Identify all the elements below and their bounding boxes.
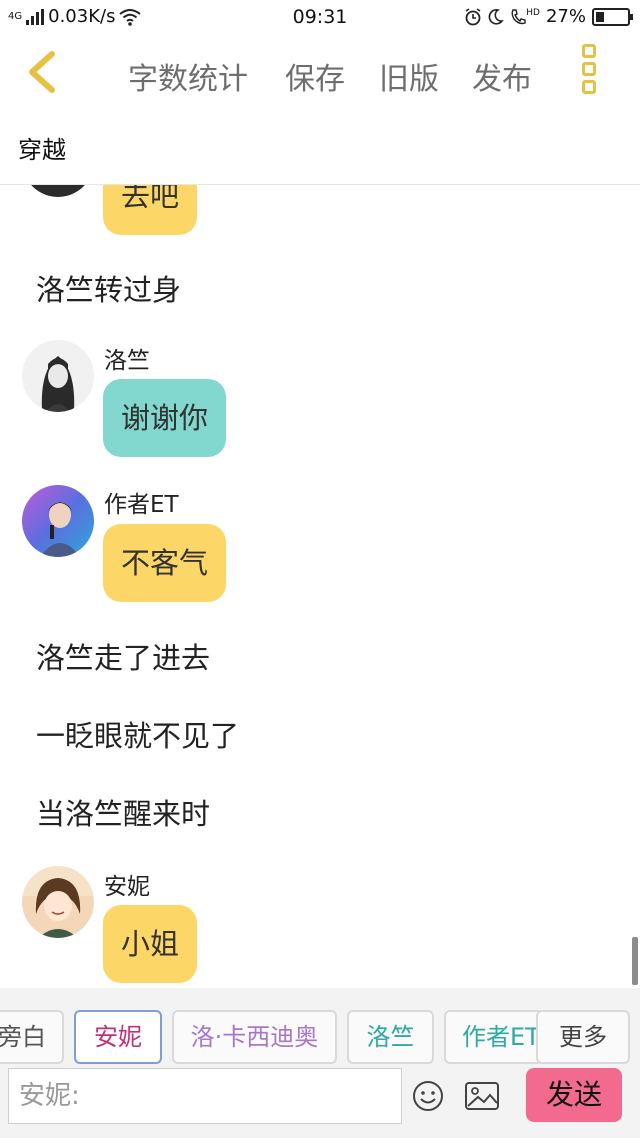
chevron-left-icon	[29, 51, 55, 93]
battery-icon	[592, 7, 633, 26]
role-chip-label: 旁白	[0, 1023, 46, 1051]
status-right: HD 27%	[464, 6, 633, 27]
role-chip-label: 洛·卡西迪奥	[190, 1023, 319, 1051]
editor-toolbar: 字数统计 保存 旧版 发布	[0, 34, 640, 110]
battery-percent: 27%	[545, 6, 586, 27]
back-button[interactable]	[22, 48, 66, 96]
story-content[interactable]: 去吧 洛竺转过身 洛竺 谢谢你 作者ET 不客气 洛竺走了进去 一眨眼就不见了 …	[0, 185, 640, 988]
avatar[interactable]	[22, 866, 94, 938]
narration-line[interactable]: 一眨眼就不见了	[36, 713, 239, 755]
message-bubble[interactable]: 谢谢你	[103, 379, 227, 457]
narration-line[interactable]: 当洛竺醒来时	[36, 791, 210, 833]
role-chip-luozhu[interactable]: 洛竺	[347, 1010, 434, 1064]
role-chip-label: 洛竺	[366, 1023, 415, 1051]
emoji-icon[interactable]	[412, 1080, 444, 1112]
speaker-name: 作者ET	[104, 492, 179, 518]
hd-call-icon	[511, 8, 526, 24]
role-chip-author-et[interactable]: 作者ET	[444, 1010, 544, 1064]
more-dot-icon	[582, 80, 596, 94]
battery-fill	[596, 11, 605, 22]
role-chip-narrator[interactable]: 旁白	[0, 1010, 64, 1064]
save-button[interactable]: 保存	[285, 54, 345, 98]
role-chip-luo-kaxidiao[interactable]: 洛·卡西迪奥	[172, 1010, 337, 1064]
role-selector-panel: 旁白 安妮 洛·卡西迪奥 洛竺 作者ET 更多 发送	[0, 988, 640, 1138]
narration-line[interactable]: 洛竺走了进去	[36, 635, 210, 677]
scrollbar-thumb[interactable]	[632, 937, 638, 985]
moon-icon	[488, 8, 505, 25]
role-chip-label: 安妮	[94, 1023, 142, 1051]
avatar[interactable]	[22, 340, 94, 412]
avatar[interactable]	[22, 485, 94, 557]
message-bubble[interactable]: 不客气	[103, 524, 227, 602]
hd-label: HD	[526, 7, 540, 18]
more-menu-button[interactable]	[576, 44, 602, 100]
status-bar: 4G 0.03K/s 09:31 HD 27%	[0, 0, 640, 34]
avatar-luozhu-icon	[22, 340, 94, 412]
old-version-button[interactable]: 旧版	[379, 54, 439, 98]
more-roles-button[interactable]: 更多	[536, 1010, 630, 1064]
send-button[interactable]: 发送	[526, 1068, 622, 1122]
avatar[interactable]	[22, 185, 94, 197]
alarm-icon	[465, 7, 481, 25]
word-count-button[interactable]: 字数统计	[128, 54, 248, 98]
role-chip-annie[interactable]: 安妮	[74, 1010, 162, 1064]
image-icon[interactable]	[465, 1082, 499, 1110]
more-dot-icon	[582, 44, 596, 58]
role-chip-label: 作者ET	[462, 1023, 540, 1051]
avatar-annie-icon	[22, 866, 94, 938]
avatar-author-icon	[22, 485, 94, 557]
more-dot-icon	[582, 62, 596, 76]
message-bubble[interactable]: 小姐	[103, 905, 198, 983]
message-bubble[interactable]: 去吧	[103, 185, 198, 235]
message-input[interactable]	[8, 1068, 402, 1124]
document-title[interactable]: 穿越	[18, 130, 66, 165]
narration-line[interactable]: 洛竺转过身	[36, 267, 181, 309]
speaker-name: 洛竺	[104, 348, 150, 374]
publish-button[interactable]: 发布	[472, 54, 532, 98]
speaker-name: 安妮	[104, 874, 150, 900]
